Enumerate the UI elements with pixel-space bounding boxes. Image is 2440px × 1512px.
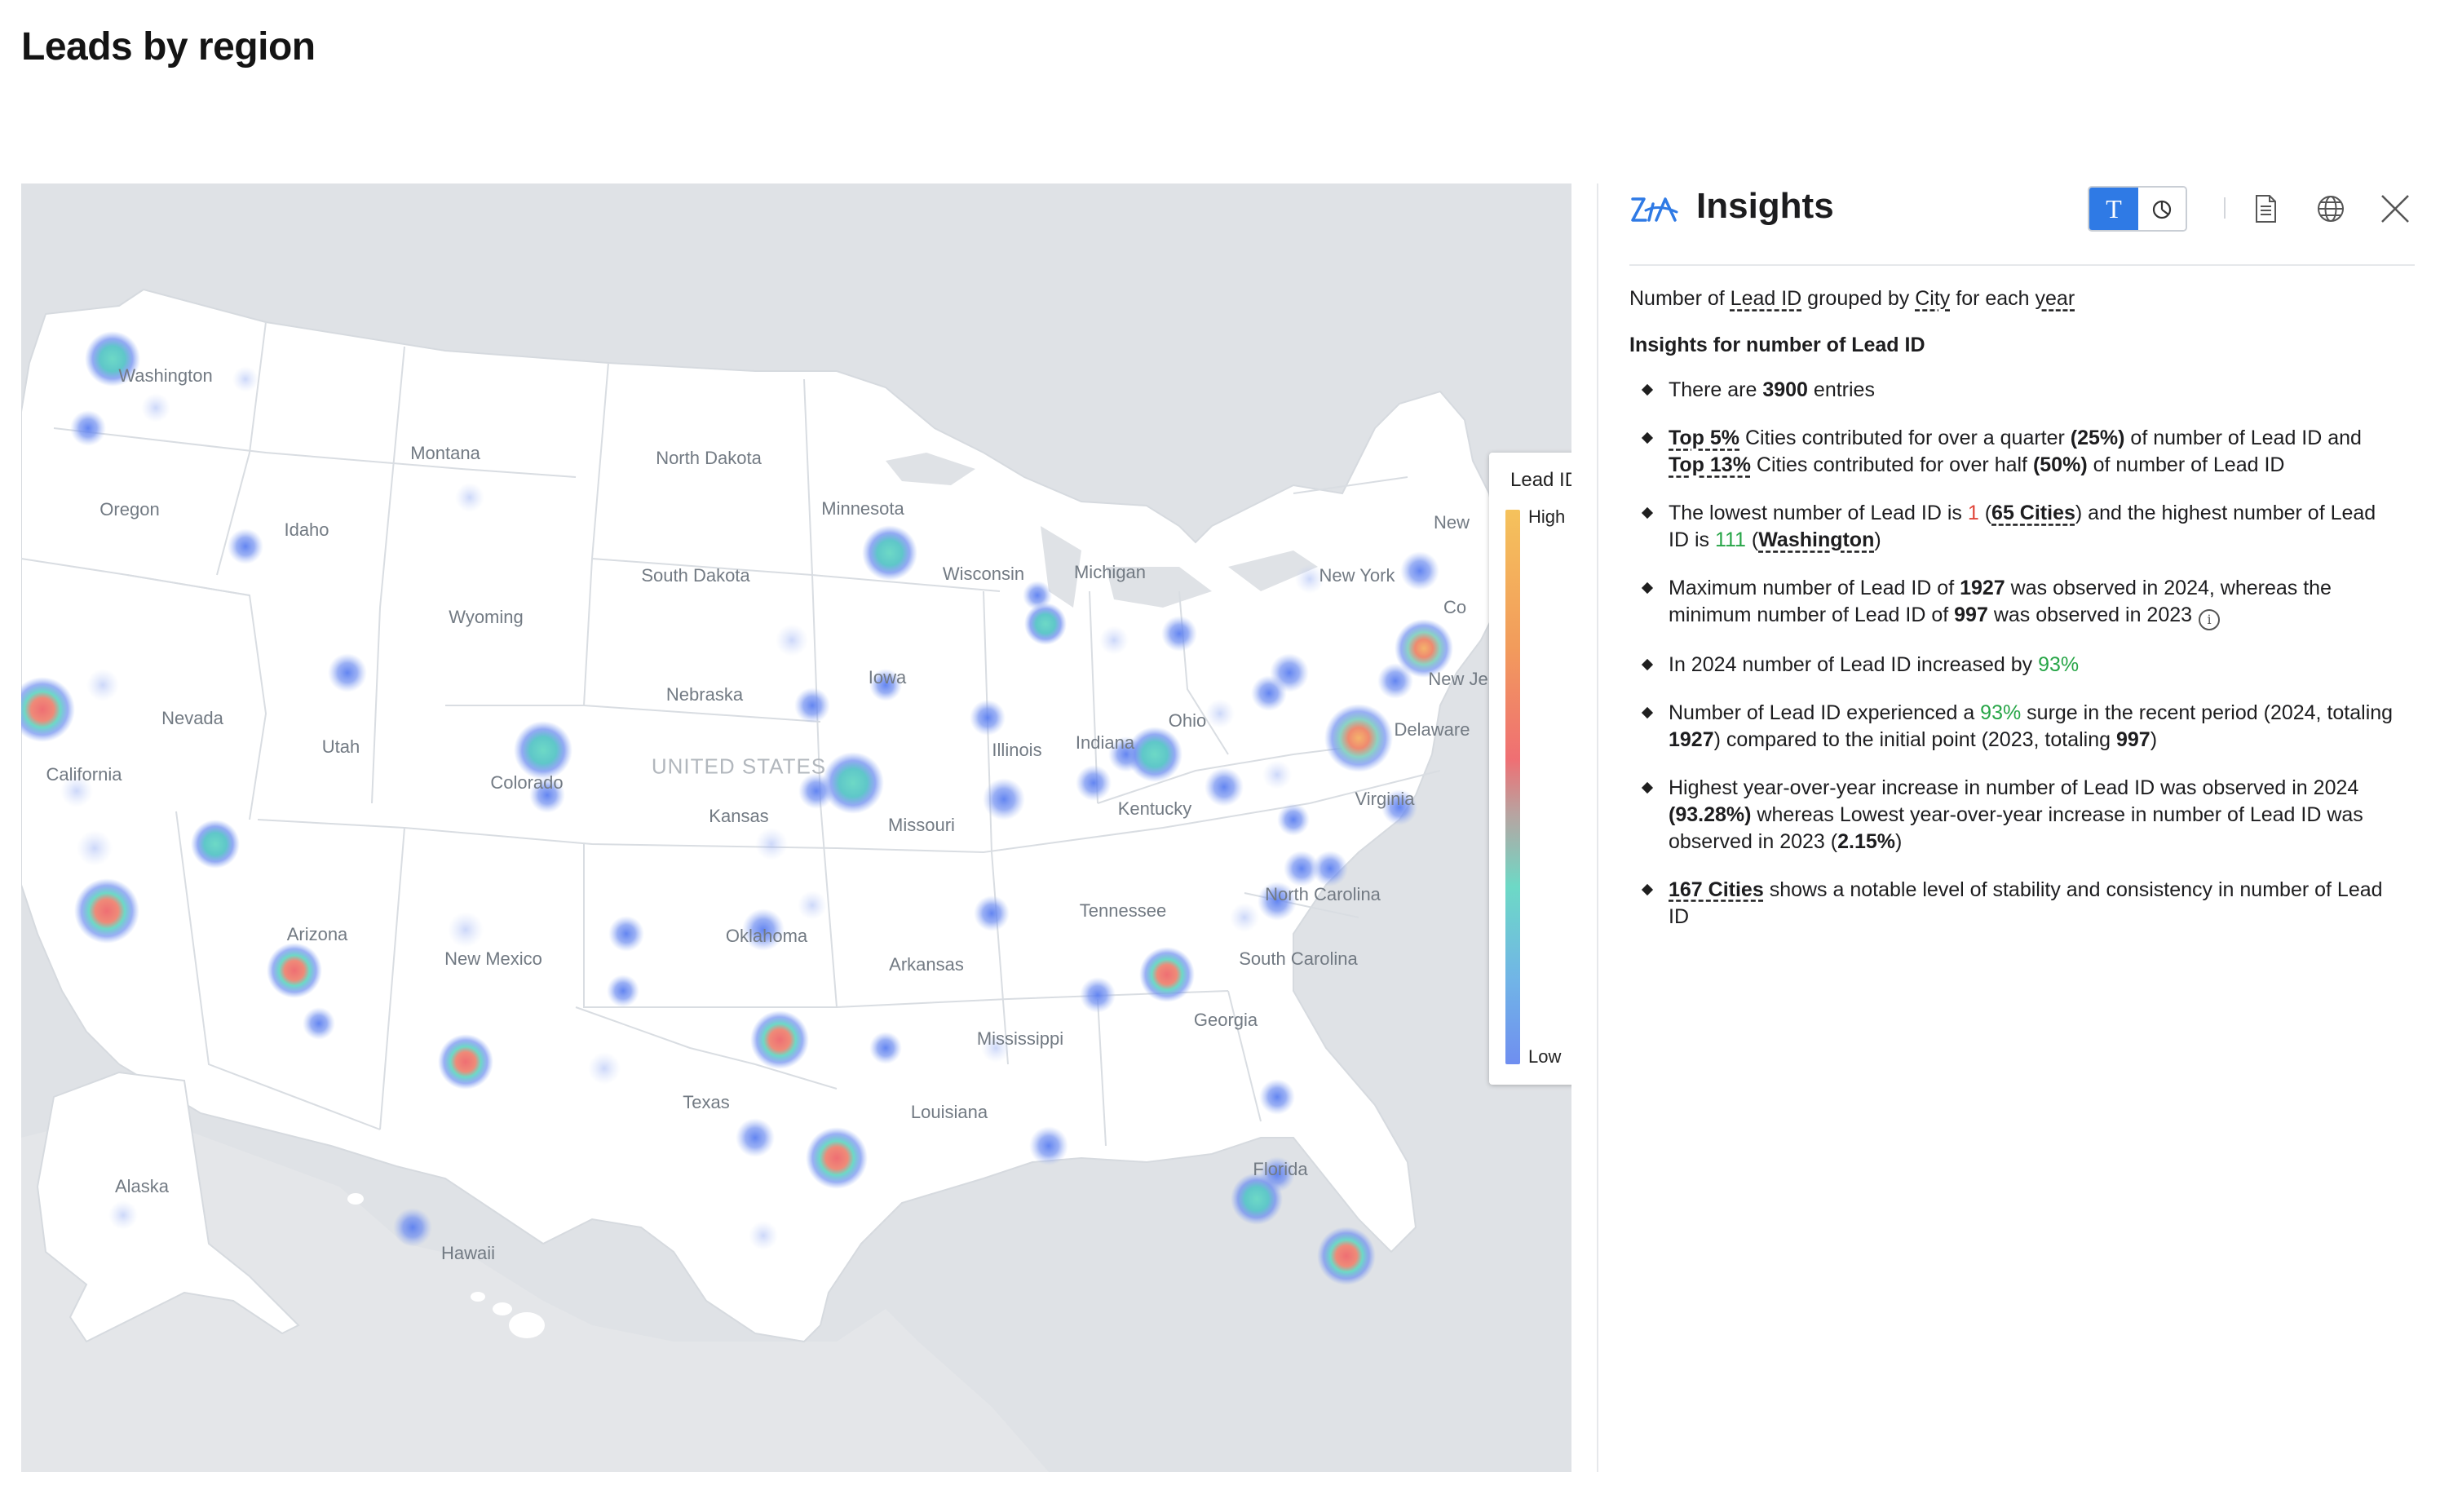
insight-value: 1927 [1960, 577, 2005, 599]
dimension-link[interactable]: City [1915, 287, 1950, 310]
insight-value: 93% [1980, 701, 2022, 724]
insight-value: 2.15% [1837, 829, 1895, 853]
summary-text: grouped by [1801, 287, 1916, 310]
insights-subheading: Insights for number of Lead ID [1629, 334, 1925, 356]
insight-text: ) [1874, 528, 1881, 551]
insight-item: Top 5% Cities contributed for over a qua… [1629, 425, 2396, 479]
insight-link[interactable]: 65 Cities [1991, 502, 2075, 524]
insight-item: In 2024 number of Lead ID increased by 9… [1629, 652, 2396, 679]
insight-value: 997 [1954, 603, 1988, 626]
insight-value: (93.28%) [1669, 802, 1752, 826]
insight-text: surge in the recent period (2024, totali… [2021, 701, 2394, 724]
insights-summary: Number of Lead ID grouped by City for ea… [1629, 285, 2396, 312]
toolbar-separator [2224, 197, 2226, 219]
insight-item: There are 3900 entries [1629, 377, 2396, 404]
insights-header: Insights T [1629, 179, 2416, 264]
legend-high-label: High [1528, 506, 1566, 527]
insight-item: Maximum number of Lead ID of 1927 was ob… [1629, 575, 2396, 630]
bullet-icon [1641, 383, 1654, 396]
insight-text: There are [1669, 378, 1763, 401]
info-icon[interactable]: i [2199, 608, 2221, 630]
insight-value: 93% [2038, 652, 2080, 676]
insight-link[interactable]: Top 5% [1669, 427, 1739, 449]
summary-text: for each [1950, 287, 2036, 310]
insights-list: There are 3900 entries Top 5% Cities con… [1629, 377, 2396, 931]
insight-link[interactable]: Top 13% [1669, 453, 1751, 476]
bullet-icon [1641, 883, 1654, 895]
insight-link[interactable]: 167 Cities [1669, 878, 1764, 901]
summary-text: Number of [1629, 287, 1731, 310]
bullet-icon [1641, 431, 1654, 444]
insight-text: In 2024 number of Lead ID increased by [1669, 652, 2039, 676]
close-icon[interactable] [2376, 189, 2415, 228]
zia-icon [1631, 197, 1678, 222]
text-view-icon[interactable]: T [2089, 188, 2138, 230]
insight-text: Highest year-over-year increase in numbe… [1669, 776, 2359, 799]
panel-divider [1597, 183, 1598, 1472]
insight-value: 3900 [1762, 378, 1808, 401]
insight-text: The lowest number of Lead ID is [1669, 502, 1968, 524]
insight-value: (25%) [2070, 427, 2125, 449]
insight-text: entries [1807, 378, 1875, 401]
page-title: Leads by region [21, 25, 316, 69]
legend-low-label: Low [1528, 1046, 1562, 1067]
insight-text: Cities contributed for over half [1750, 453, 2033, 476]
measure-link[interactable]: Lead ID [1731, 287, 1802, 310]
insight-text: Number of Lead ID experienced a [1669, 701, 1981, 724]
insight-text: whereas Lowest year-over-year increase i… [1669, 802, 2363, 853]
period-link[interactable]: year [2036, 287, 2075, 310]
bullet-icon [1641, 658, 1654, 670]
insight-value: 1927 [1669, 727, 1714, 751]
insight-text: ) [1894, 829, 1903, 853]
legend-title: Lead ID [1510, 469, 1571, 491]
insight-value: (50%) [2032, 453, 2088, 476]
view-toggle: T [2088, 186, 2187, 232]
insights-header-divider [1629, 264, 2415, 266]
insight-value: 1 [1967, 502, 1979, 524]
bullet-icon [1641, 581, 1654, 595]
bullet-icon [1641, 506, 1654, 519]
insight-item: Number of Lead ID experienced a 93% surg… [1629, 700, 2396, 754]
insight-value: 111 [1714, 528, 1746, 551]
heatmap-legend: Lead ID High Low [1489, 453, 1571, 1085]
insight-text: was observed in 2023 [1987, 603, 2193, 626]
insight-text: ( [1745, 528, 1759, 551]
insight-text: ) compared to the initial point (2023, t… [1713, 727, 2116, 751]
insight-text: of number of Lead ID [2087, 453, 2285, 476]
insight-text: shows a notable level of stability and c… [1669, 878, 2383, 928]
insight-item: 167 Cities shows a notable level of stab… [1629, 877, 2396, 931]
insight-text: ( [1978, 502, 1992, 524]
globe-icon[interactable] [2311, 189, 2350, 228]
insight-text: ) [2150, 727, 2158, 751]
insight-text: of number of Lead ID and [2124, 427, 2362, 449]
insight-item: The lowest number of Lead ID is 1 (65 Ci… [1629, 500, 2396, 554]
us-heatmap[interactable] [21, 183, 1571, 1472]
insights-body: Number of Lead ID grouped by City for ea… [1629, 285, 2396, 952]
insights-title: Insights [1696, 186, 1834, 226]
bullet-icon [1641, 781, 1654, 794]
document-icon[interactable] [2246, 189, 2285, 228]
heatmap-panel[interactable]: Washington Oregon Idaho Montana North Da… [21, 183, 1571, 1472]
legend-color-scale [1505, 510, 1520, 1064]
bullet-icon [1641, 706, 1654, 718]
chart-view-icon[interactable] [2138, 188, 2186, 230]
insight-link[interactable]: Washington [1758, 528, 1874, 551]
insight-text: Cities contributed for over a quarter [1739, 427, 2071, 449]
insight-item: Highest year-over-year increase in numbe… [1629, 775, 2396, 855]
insight-value: 997 [2115, 727, 2150, 751]
insight-text: Maximum number of Lead ID of [1669, 577, 1960, 599]
